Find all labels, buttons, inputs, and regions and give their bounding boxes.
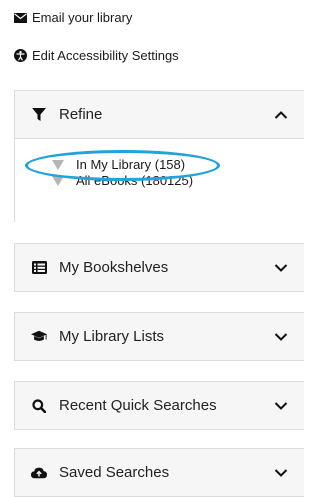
cloud-upload-icon (31, 465, 47, 481)
saved-searches-header[interactable]: Saved Searches (15, 449, 304, 496)
search-icon (31, 398, 47, 414)
edit-accessibility-link[interactable]: Edit Accessibility Settings (14, 48, 179, 63)
triangle-down-icon (51, 174, 65, 188)
graduation-cap-icon (31, 329, 47, 345)
list-icon (31, 260, 47, 276)
my-bookshelves-title: My Bookshelves (59, 259, 169, 276)
my-bookshelves-header[interactable]: My Bookshelves (15, 244, 304, 291)
my-bookshelves-panel: My Bookshelves (14, 243, 304, 292)
saved-searches-title: Saved Searches (59, 464, 170, 481)
my-library-lists-panel: My Library Lists (14, 312, 304, 361)
filter-icon (31, 107, 47, 123)
recent-quick-searches-title: Recent Quick Searches (59, 397, 217, 414)
chevron-down-icon (274, 401, 288, 410)
refine-header[interactable]: Refine (15, 91, 304, 138)
chevron-down-icon (274, 332, 288, 341)
chevron-up-icon (274, 110, 288, 119)
chevron-down-icon (274, 263, 288, 272)
facet-all-ebooks[interactable]: All eBooks (180125) (15, 173, 193, 188)
facet-label: In My Library (158) (76, 157, 186, 172)
refine-body: In My Library (158) All eBooks (180125) (15, 138, 304, 223)
recent-quick-searches-panel: Recent Quick Searches (14, 381, 304, 430)
chevron-down-icon (274, 468, 288, 477)
my-library-lists-header[interactable]: My Library Lists (15, 313, 304, 360)
recent-quick-searches-header[interactable]: Recent Quick Searches (15, 382, 304, 429)
refine-title: Refine (59, 106, 103, 123)
email-library-link[interactable]: Email your library (14, 10, 132, 25)
facet-label: All eBooks (180125) (76, 173, 194, 188)
refine-panel: Refine In My Library (158) All eBooks (1… (14, 90, 304, 223)
email-library-label: Email your library (32, 10, 133, 25)
edit-accessibility-label: Edit Accessibility Settings (32, 48, 179, 63)
my-library-lists-title: My Library Lists (59, 328, 165, 345)
triangle-down-icon (51, 158, 65, 172)
facet-in-my-library[interactable]: In My Library (158) (15, 157, 185, 172)
accessibility-icon (14, 49, 27, 62)
saved-searches-panel: Saved Searches (14, 448, 304, 497)
envelope-icon (14, 12, 27, 23)
